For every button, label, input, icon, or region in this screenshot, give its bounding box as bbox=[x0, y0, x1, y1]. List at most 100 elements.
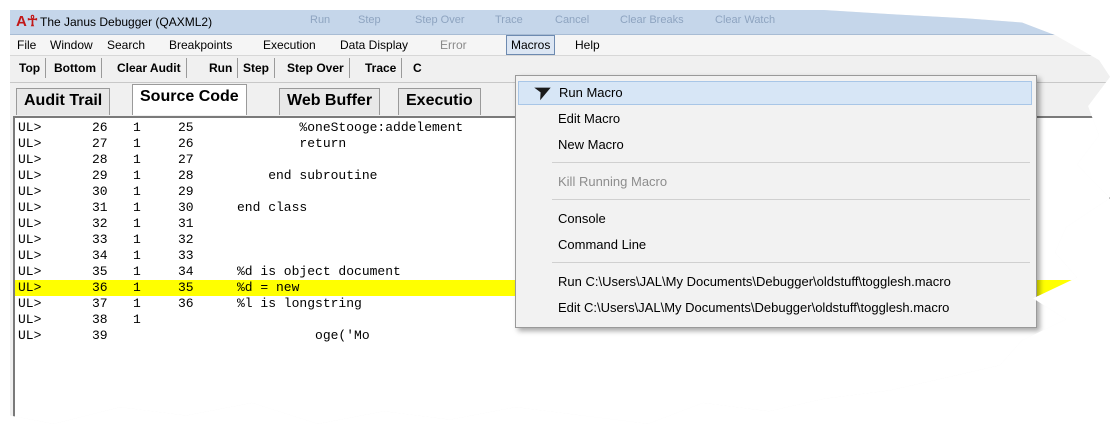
menu-search[interactable]: Search bbox=[107, 38, 145, 52]
trace-button[interactable]: Trace bbox=[360, 58, 403, 78]
tab-source-code[interactable]: Source Code bbox=[132, 84, 247, 115]
source-line-number: 25 bbox=[178, 120, 194, 135]
macros-dropdown-menu: Run Macro Edit Macro New Macro Kill Runn… bbox=[515, 75, 1037, 328]
tab-web-buffer[interactable]: Web Buffer bbox=[279, 88, 381, 115]
code-text: %d is object document bbox=[237, 264, 401, 279]
line-flag: 1 bbox=[133, 280, 141, 295]
line-number: 35 bbox=[92, 264, 108, 279]
source-line-number: 26 bbox=[178, 136, 194, 151]
line-number: 32 bbox=[92, 216, 108, 231]
command-line-item[interactable]: Command Line bbox=[518, 233, 1032, 257]
line-flag: 1 bbox=[133, 216, 141, 231]
recent-run-macro-item[interactable]: Run C:\Users\JAL\My Documents\Debugger\o… bbox=[518, 270, 1032, 294]
line-number: 29 bbox=[92, 168, 108, 183]
debugger-window: A☥ The Janus Debugger (QAXML2) Run Step … bbox=[10, 10, 1110, 424]
line-prefix: UL> bbox=[18, 312, 42, 327]
code-text: %d = new bbox=[237, 280, 300, 295]
ghost-text: Step Over bbox=[415, 14, 465, 26]
menu-separator bbox=[552, 262, 1030, 263]
code-text: end subroutine bbox=[237, 168, 378, 183]
line-prefix: UL> bbox=[18, 152, 42, 167]
janus-logo-icon: A☥ bbox=[16, 13, 39, 30]
line-flag: 1 bbox=[133, 120, 141, 135]
bottom-button[interactable]: Bottom bbox=[49, 58, 102, 78]
code-text: oge('Mo bbox=[237, 328, 370, 343]
run-macro-item[interactable]: Run Macro bbox=[518, 81, 1032, 105]
code-text: %oneStooge:addelement bbox=[237, 120, 464, 135]
clear-audit-button[interactable]: Clear Audit bbox=[112, 58, 187, 78]
console-item[interactable]: Console bbox=[518, 207, 1032, 231]
ghost-text: Cancel bbox=[555, 14, 590, 26]
clipped-button[interactable]: C bbox=[408, 58, 427, 78]
line-prefix: UL> bbox=[18, 200, 42, 215]
tab-execution[interactable]: Executio bbox=[398, 88, 481, 115]
source-line-number: 27 bbox=[178, 152, 194, 167]
ghost-text: Trace bbox=[495, 14, 523, 26]
top-button[interactable]: Top bbox=[14, 58, 47, 78]
menu-macros[interactable]: Macros bbox=[506, 35, 556, 55]
menu-execution[interactable]: Execution bbox=[263, 38, 316, 52]
line-prefix: UL> bbox=[18, 264, 42, 279]
title-bar: A☥ The Janus Debugger (QAXML2) Run Step … bbox=[10, 10, 1110, 35]
line-number: 38 bbox=[92, 312, 108, 327]
recent-edit-macro-item[interactable]: Edit C:\Users\JAL\My Documents\Debugger\… bbox=[518, 296, 1032, 320]
ghost-text: Clear Watch bbox=[715, 14, 776, 26]
menu-help[interactable]: Help bbox=[575, 38, 600, 52]
line-prefix: UL> bbox=[18, 328, 42, 343]
line-flag: 1 bbox=[133, 200, 141, 215]
line-flag: 1 bbox=[133, 264, 141, 279]
edit-macro-item[interactable]: Edit Macro bbox=[518, 107, 1032, 131]
ghost-text: Run bbox=[310, 14, 331, 26]
run-button[interactable]: Run bbox=[204, 58, 239, 78]
line-flag: 1 bbox=[133, 152, 141, 167]
source-line-number: 36 bbox=[178, 296, 194, 311]
line-number: 33 bbox=[92, 232, 108, 247]
menu-breakpoints[interactable]: Breakpoints bbox=[169, 38, 232, 52]
step-over-button[interactable]: Step Over bbox=[282, 58, 350, 78]
source-line-number: 34 bbox=[178, 264, 194, 279]
menu-error[interactable]: Error bbox=[440, 38, 467, 52]
code-line: UL> 39 oge('Mo bbox=[15, 328, 1109, 344]
line-flag: 1 bbox=[133, 296, 141, 311]
line-number: 27 bbox=[92, 136, 108, 151]
menu-separator bbox=[552, 199, 1030, 200]
line-prefix: UL> bbox=[18, 248, 42, 263]
line-number: 31 bbox=[92, 200, 108, 215]
source-line-number: 32 bbox=[178, 232, 194, 247]
line-flag: 1 bbox=[133, 168, 141, 183]
line-prefix: UL> bbox=[18, 184, 42, 199]
tab-audit-trail[interactable]: Audit Trail bbox=[16, 88, 111, 115]
code-text: %l is longstring bbox=[237, 296, 362, 311]
line-number: 34 bbox=[92, 248, 108, 263]
line-number: 28 bbox=[92, 152, 108, 167]
line-flag: 1 bbox=[133, 248, 141, 263]
menu-window[interactable]: Window bbox=[50, 38, 93, 52]
line-prefix: UL> bbox=[18, 120, 42, 135]
source-line-number: 31 bbox=[178, 216, 194, 231]
line-number: 39 bbox=[92, 328, 108, 343]
line-prefix: UL> bbox=[18, 232, 42, 247]
line-flag: 1 bbox=[133, 232, 141, 247]
menu-file[interactable]: File bbox=[17, 38, 36, 52]
menu-separator bbox=[552, 162, 1030, 163]
menu-bar: File Window Search Breakpoints Execution… bbox=[10, 35, 1110, 56]
code-text: end class bbox=[237, 200, 308, 215]
line-flag: 1 bbox=[133, 312, 141, 327]
kill-running-macro-item[interactable]: Kill Running Macro bbox=[518, 170, 1032, 194]
line-number: 36 bbox=[92, 280, 108, 295]
menu-data-display[interactable]: Data Display bbox=[340, 38, 408, 52]
line-prefix: UL> bbox=[18, 168, 42, 183]
step-button[interactable]: Step bbox=[238, 58, 276, 78]
code-text: return bbox=[237, 136, 347, 151]
ghost-text: Clear Breaks bbox=[620, 14, 684, 26]
line-flag: 1 bbox=[133, 136, 141, 151]
window-title: The Janus Debugger (QAXML2) bbox=[40, 15, 213, 29]
source-line-number: 30 bbox=[178, 200, 194, 215]
line-prefix: UL> bbox=[18, 216, 42, 231]
new-macro-item[interactable]: New Macro bbox=[518, 133, 1032, 157]
source-line-number: 33 bbox=[178, 248, 194, 263]
source-line-number: 28 bbox=[178, 168, 194, 183]
line-number: 30 bbox=[92, 184, 108, 199]
line-prefix: UL> bbox=[18, 136, 42, 151]
source-line-number: 29 bbox=[178, 184, 194, 199]
